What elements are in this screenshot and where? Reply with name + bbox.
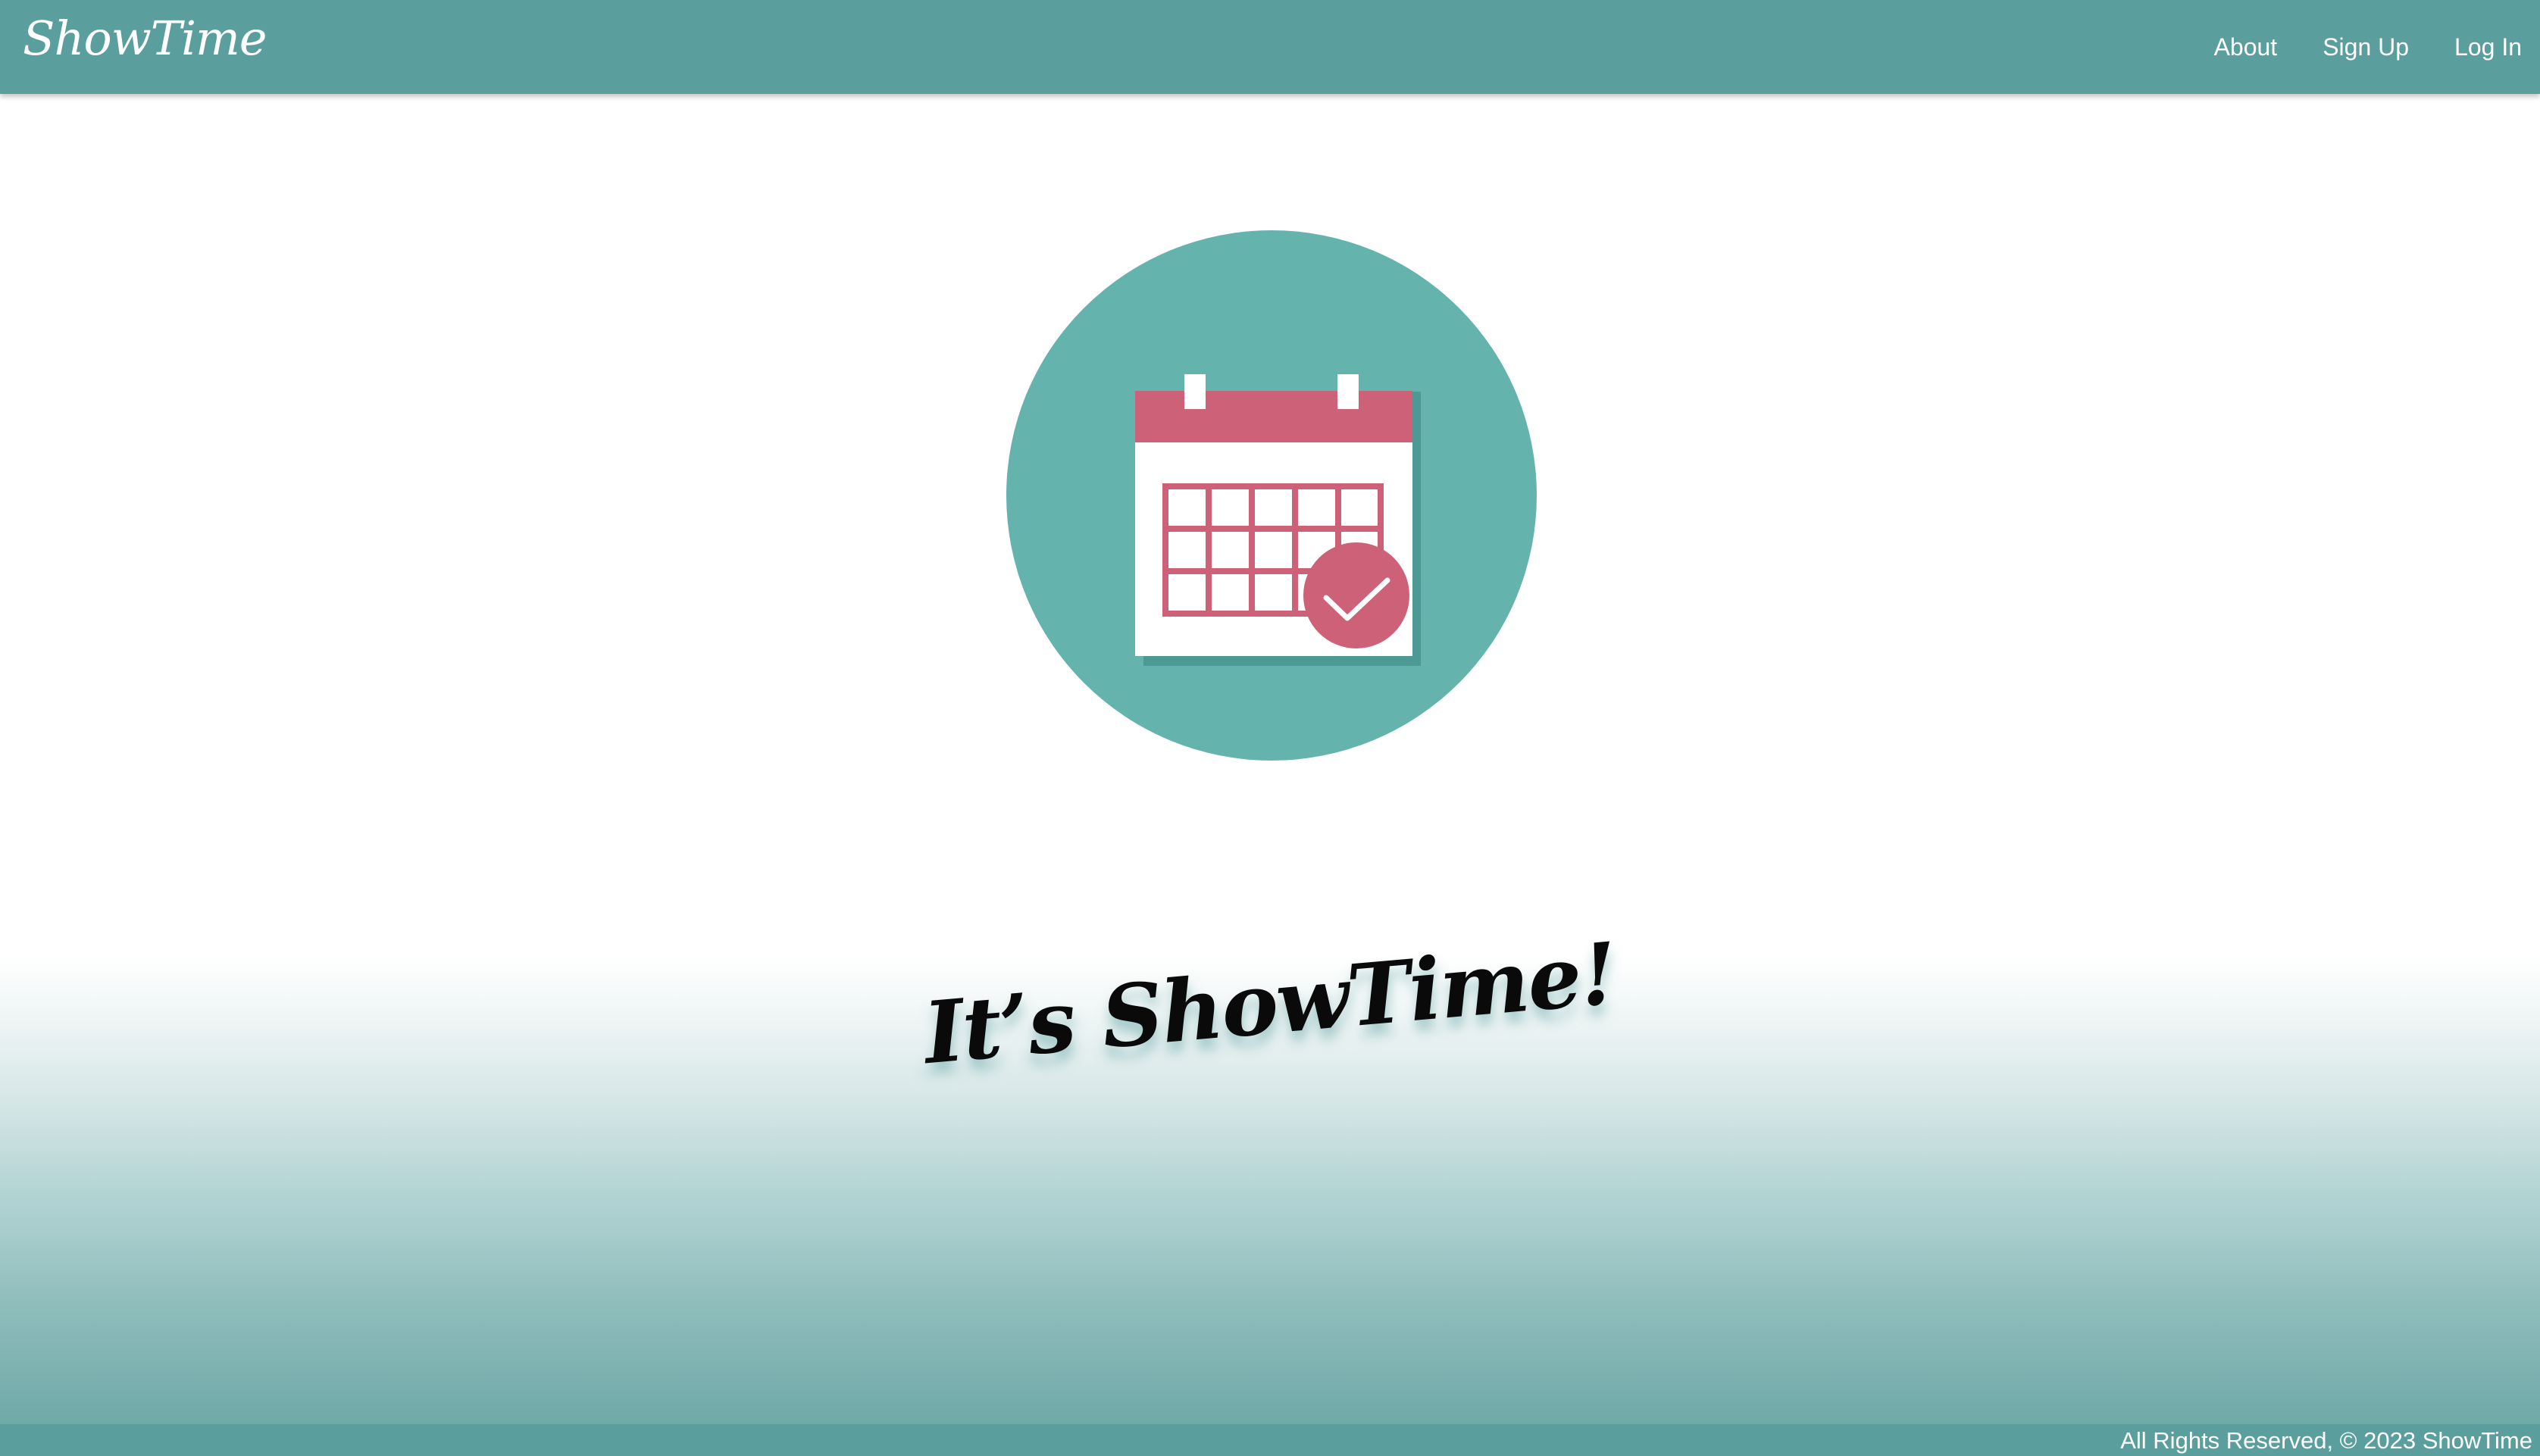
nav-link-sign-up[interactable]: Sign Up (2323, 33, 2409, 61)
calendar-check-icon (1006, 230, 1537, 761)
brand-logo[interactable]: ShowTime (23, 11, 267, 66)
nav-link-about[interactable]: About (2214, 33, 2278, 61)
nav-link-log-in[interactable]: Log In (2454, 33, 2522, 61)
top-navbar: ShowTime About Sign Up Log In (0, 0, 2540, 94)
footer: All Rights Reserved, © 2023 ShowTime (0, 1424, 2540, 1456)
nav-links: About Sign Up Log In (2169, 0, 2522, 94)
hero-headline: It’s ShowTime! (920, 923, 1620, 1084)
footer-copyright: All Rights Reserved, © 2023 ShowTime (2120, 1427, 2532, 1454)
